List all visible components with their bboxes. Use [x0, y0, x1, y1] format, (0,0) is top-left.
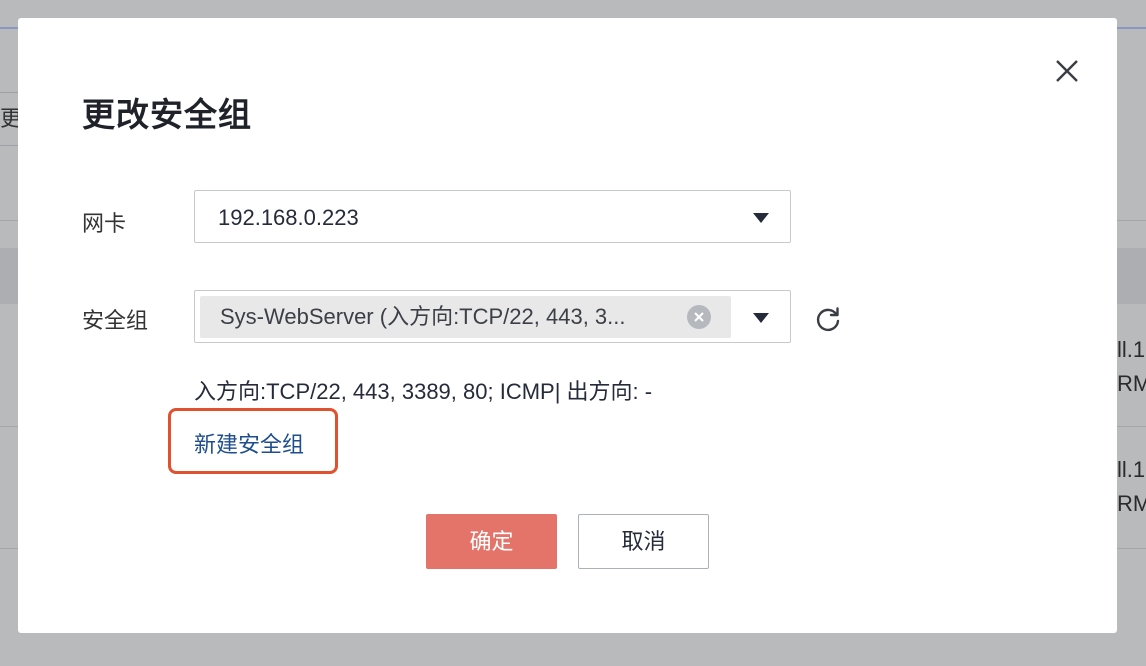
- security-group-label: 安全组: [82, 308, 149, 333]
- background-row-text: RM: [1117, 491, 1146, 516]
- create-security-group-link[interactable]: 新建安全组: [194, 427, 304, 459]
- dialog-title: 更改安全组: [82, 96, 252, 133]
- background-row-text: ll.1: [1117, 337, 1146, 362]
- chevron-down-icon[interactable]: [753, 313, 769, 323]
- nic-select-value: 192.168.0.223: [218, 205, 359, 230]
- change-security-group-dialog: 更改安全组 网卡 192.168.0.223 安全组 Sys-WebServer…: [18, 18, 1117, 633]
- chevron-down-icon[interactable]: [753, 213, 769, 223]
- background-row-text: ll.1: [1117, 457, 1146, 482]
- security-group-select[interactable]: Sys-WebServer (入方向:TCP/22, 443, 3...: [194, 290, 791, 343]
- close-icon[interactable]: [1054, 58, 1080, 84]
- security-group-rule-summary: 入方向:TCP/22, 443, 3389, 80; ICMP| 出方向: -: [194, 379, 653, 404]
- selected-security-group-tag: Sys-WebServer (入方向:TCP/22, 443, 3...: [200, 296, 731, 338]
- background-row-text: RM: [1117, 371, 1146, 396]
- cancel-button[interactable]: 取消: [578, 514, 709, 569]
- nic-select[interactable]: 192.168.0.223: [194, 190, 791, 243]
- background-left-cell: 更: [0, 92, 18, 146]
- selected-security-group-text: Sys-WebServer (入方向:TCP/22, 443, 3...: [220, 304, 626, 329]
- clear-icon[interactable]: [687, 305, 711, 329]
- confirm-button[interactable]: 确定: [426, 514, 557, 569]
- nic-label: 网卡: [82, 211, 127, 236]
- refresh-icon[interactable]: [814, 305, 842, 333]
